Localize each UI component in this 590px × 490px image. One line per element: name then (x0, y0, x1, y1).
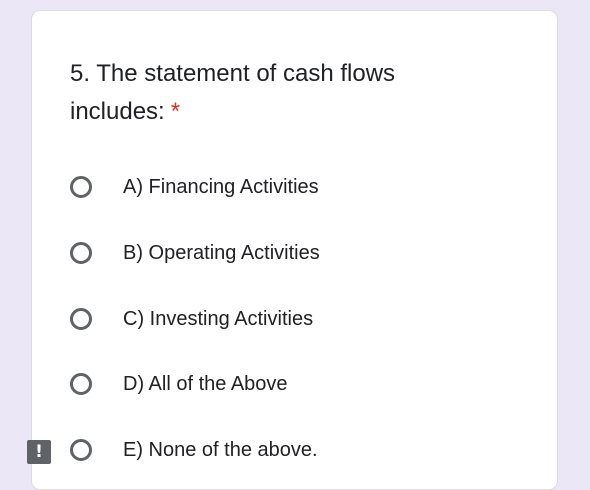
question-title: 5. The statement of cash flows includes:… (70, 55, 510, 131)
radio-circle-icon[interactable] (70, 308, 92, 330)
option-d[interactable]: D) All of the Above (70, 367, 288, 401)
option-c[interactable]: C) Investing Activities (70, 302, 313, 336)
option-label: A) Financing Activities (123, 175, 319, 198)
radio-circle-icon[interactable] (70, 176, 92, 198)
radio-circle-icon[interactable] (70, 439, 92, 461)
radio-circle-icon[interactable] (70, 373, 92, 395)
option-b[interactable]: B) Operating Activities (70, 236, 320, 270)
report-problem-icon[interactable]: ! (27, 440, 51, 464)
option-label: E) None of the above. (123, 438, 318, 461)
radio-circle-icon[interactable] (70, 242, 92, 264)
option-label: B) Operating Activities (123, 241, 320, 264)
option-a[interactable]: A) Financing Activities (70, 170, 319, 204)
option-e[interactable]: E) None of the above. (70, 433, 318, 467)
question-text: 5. The statement of cash flows includes: (70, 60, 396, 125)
option-label: D) All of the Above (123, 372, 288, 395)
option-label: C) Investing Activities (123, 307, 314, 330)
required-asterisk: * (170, 98, 181, 125)
